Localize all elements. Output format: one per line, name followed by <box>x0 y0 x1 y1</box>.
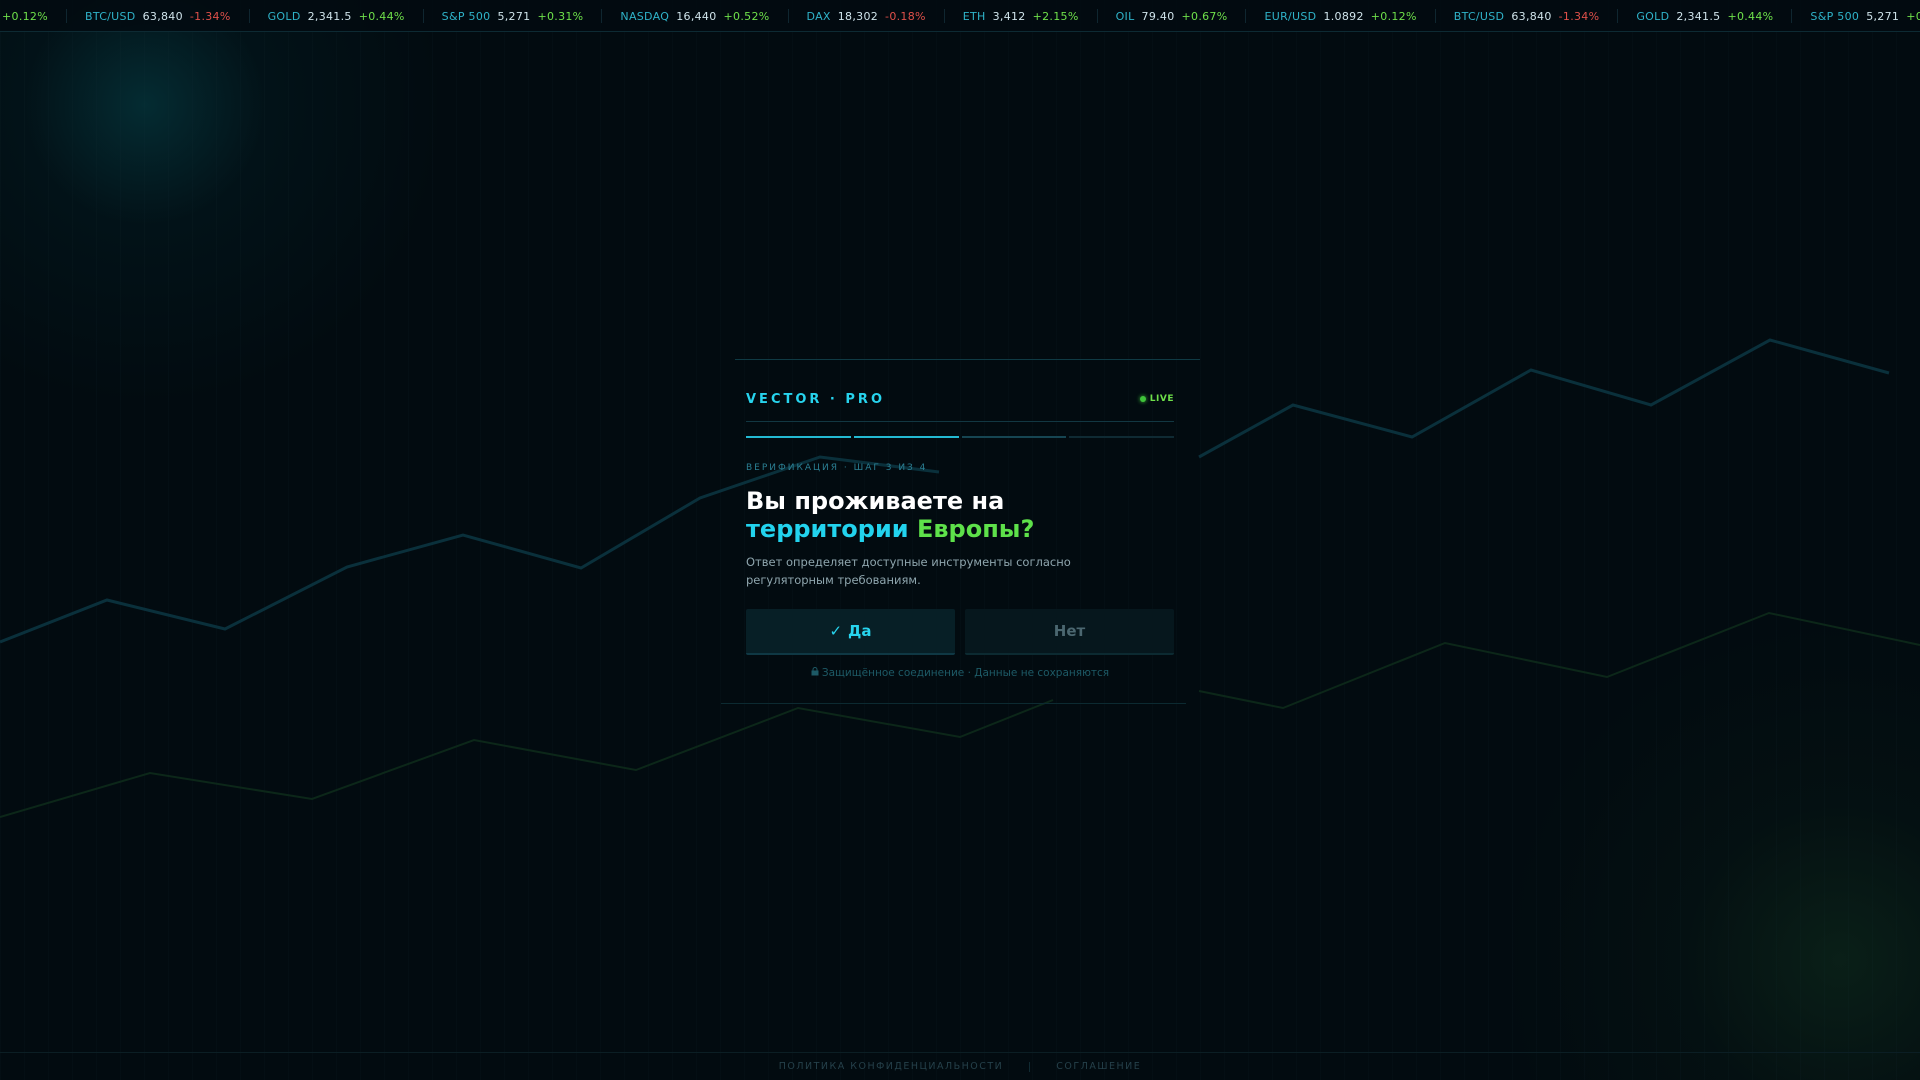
ticker-value: 1.0892 <box>1323 9 1364 23</box>
ticker-symbol: BTC/USD <box>84 9 136 23</box>
ticker-item: ETH 3,412 +2.15% <box>945 9 1098 23</box>
card-bottom-border <box>721 703 1186 704</box>
ticker-value: 63,840 <box>142 9 183 23</box>
ticker-value: 63,840 <box>1511 9 1552 23</box>
ticker-symbol: EUR/USD <box>1264 9 1317 23</box>
ticker-change: +0.12% <box>2 9 48 23</box>
verification-card: VECTOR · PRO LIVE ВЕРИФИКАЦИЯ · ШАГ 3 ИЗ… <box>721 359 1200 704</box>
live-label: LIVE <box>1149 394 1174 404</box>
ticker-symbol: GOLD <box>1636 9 1670 23</box>
live-dot-icon <box>1139 396 1146 402</box>
brand-logo: VECTOR · PRO <box>746 391 885 407</box>
ticker-change: +0.52% <box>723 9 770 23</box>
progress-segment-4 <box>1069 436 1174 438</box>
ticker-item: OIL 79.40 +0.67% <box>1098 9 1247 23</box>
footer: ПОЛИТИКА КОНФИДЕНЦИАЛЬНОСТИ СОГЛАШЕНИЕ <box>0 1052 1920 1080</box>
step-progress-bar <box>746 436 1174 439</box>
ticker-symbol: S&P 500 <box>441 9 491 23</box>
ticker-change: +2.15% <box>1032 9 1079 23</box>
check-icon: ✓ <box>829 622 843 640</box>
bg-line-cyan-right <box>1198 338 1890 459</box>
ticker-symbol: ETH <box>962 9 986 23</box>
live-status: LIVE <box>1139 394 1174 404</box>
ticker-change: +0.44% <box>1727 9 1774 23</box>
ticker-change: +0.31% <box>1906 9 1920 23</box>
ticker-item: S&P 500 5,271 +0.31% <box>1792 9 1920 23</box>
ticker-value: 2,341.5 <box>307 9 352 23</box>
ticker-value: 5,271 <box>497 9 531 23</box>
ticker-item: BTC/USD 63,840 -1.34% <box>1436 9 1619 23</box>
ticker-symbol: GOLD <box>267 9 301 23</box>
no-button-label: Нет <box>1053 622 1086 640</box>
ticker-symbol: S&P 500 <box>1810 9 1860 23</box>
ticker-item: DAX 18,302 -0.18% <box>789 9 945 23</box>
card-top-border <box>735 359 1200 360</box>
ticker-value: 16,440 <box>676 9 717 23</box>
ticker-value: 2,341.5 <box>1676 9 1721 23</box>
bg-line-green-right <box>1198 611 1920 710</box>
ticker-change: +0.12% <box>1370 9 1417 23</box>
agreement-link[interactable]: СОГЛАШЕНИЕ <box>1056 1061 1141 1072</box>
ticker-change: +0.67% <box>1181 9 1228 23</box>
ticker-change: -1.34% <box>1558 9 1600 23</box>
step-label: ВЕРИФИКАЦИЯ · ШАГ 3 ИЗ 4 <box>746 463 928 473</box>
ticker-change: +0.31% <box>537 9 584 23</box>
secure-connection-note: Защищённое соединение · Данные не сохран… <box>746 667 1174 679</box>
question-title: Вы проживаете на территории Европы? <box>746 487 1034 543</box>
yes-button[interactable]: ✓ Да <box>746 609 955 655</box>
ticker-change: +0.44% <box>358 9 405 23</box>
ticker-value: 79.40 <box>1141 9 1175 23</box>
ticker-change: -1.34% <box>189 9 231 23</box>
privacy-policy-link[interactable]: ПОЛИТИКА КОНФИДЕНЦИАЛЬНОСТИ <box>779 1061 1004 1072</box>
no-button[interactable]: Нет <box>965 609 1174 655</box>
question-line-1: Вы проживаете на <box>746 487 1005 515</box>
footer-divider <box>1029 1061 1031 1072</box>
ticker-change: -0.18% <box>885 9 926 23</box>
header-divider <box>746 421 1174 422</box>
ticker-item: EUR/USD 1.0892 +0.12% <box>1246 9 1436 23</box>
secure-note-text: Защищённое соединение · Данные не сохран… <box>821 667 1110 679</box>
ticker-symbol: DAX <box>806 9 831 23</box>
progress-segment-3 <box>961 436 1067 438</box>
progress-segment-2 <box>853 436 959 438</box>
bg-line-green <box>0 699 1054 818</box>
question-highlight-green: Европы? <box>916 515 1035 543</box>
ticker-symbol: OIL <box>1115 9 1135 23</box>
progress-segment-1 <box>746 436 851 438</box>
ticker-track: +0.12% BTC/USD 63,840 -1.34% GOLD 2,341.5 +0.4… <box>0 0 1920 31</box>
lock-icon <box>811 667 819 679</box>
question-highlight-cyan: территории <box>746 515 917 543</box>
ticker-value: 18,302 <box>837 9 879 23</box>
ticker-item: GOLD 2,341.5 +0.44% <box>250 9 424 23</box>
ticker-item: S&P 500 5,271 +0.31% <box>424 9 603 23</box>
ticker-value: 3,412 <box>992 9 1026 23</box>
ticker-value: 5,271 <box>1866 9 1900 23</box>
ticker-item: BTC/USD 63,840 -1.34% <box>67 9 250 23</box>
question-description: Ответ определяет доступные инструменты с… <box>746 555 1071 587</box>
ticker-item: GOLD 2,341.5 +0.44% <box>1618 9 1793 23</box>
ticker-symbol: NASDAQ <box>620 9 670 23</box>
ticker-item: +0.12% <box>0 9 67 23</box>
card-header: VECTOR · PRO LIVE <box>746 389 1174 409</box>
yes-button-label: Да <box>848 622 872 640</box>
market-ticker: +0.12% BTC/USD 63,840 -1.34% GOLD 2,341.5 +0.4… <box>0 0 1920 32</box>
ticker-symbol: BTC/USD <box>1453 9 1505 23</box>
ticker-item: NASDAQ 16,440 +0.52% <box>602 9 789 23</box>
question-line-2: территории Европы? <box>746 515 1034 543</box>
